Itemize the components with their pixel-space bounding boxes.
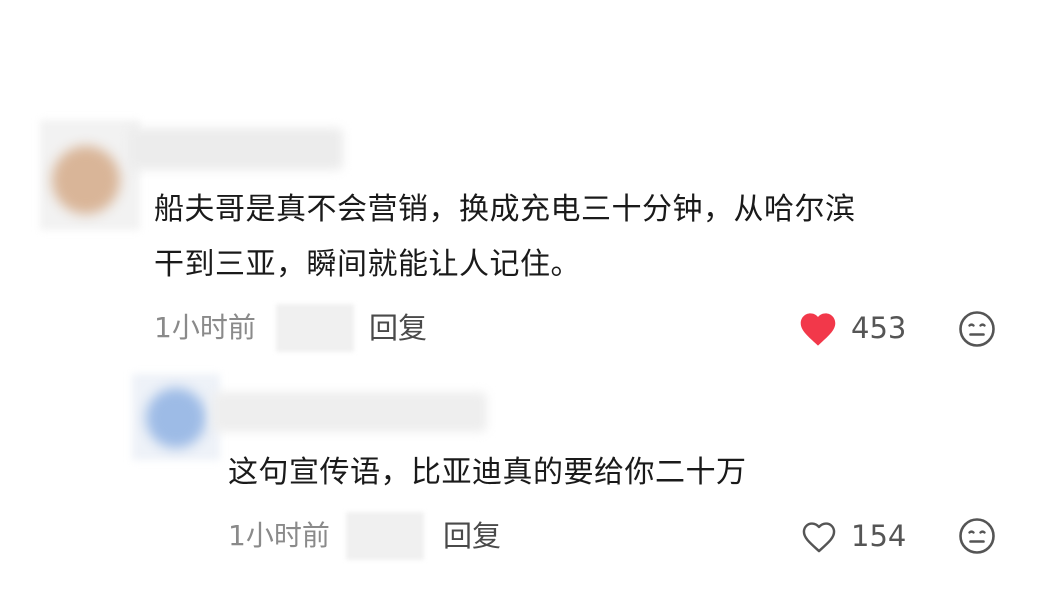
comment-time: 1小时前 xyxy=(228,519,330,552)
reaction-button[interactable] xyxy=(958,517,996,555)
neutral-face-icon xyxy=(958,310,996,348)
like-count: 154 xyxy=(851,519,907,553)
username-redacted[interactable] xyxy=(212,392,487,432)
comment-text-line: 船夫哥是真不会营销，换成充电三十分钟，从哈尔滨 xyxy=(154,192,856,227)
avatar[interactable] xyxy=(52,146,120,214)
like-count: 453 xyxy=(851,311,907,345)
comment-text: 这句宣传语，比亚迪真的要给你二十万 xyxy=(228,455,747,490)
location-redacted xyxy=(276,304,354,352)
reaction-button[interactable] xyxy=(958,310,996,348)
comment-time: 1小时前 xyxy=(154,311,256,344)
heart-filled-icon xyxy=(797,309,839,347)
neutral-face-icon xyxy=(958,517,996,555)
comment-text-line: 干到三亚，瞬间就能让人记住。 xyxy=(154,247,581,282)
avatar[interactable] xyxy=(146,388,206,448)
heart-outline-icon xyxy=(799,518,839,554)
comment-text: 船夫哥是真不会营销，换成充电三十分钟，从哈尔滨 干到三亚，瞬间就能让人记住。 xyxy=(154,182,1014,292)
comment-item: 船夫哥是真不会营销，换成充电三十分钟，从哈尔滨 干到三亚，瞬间就能让人记住。 1… xyxy=(0,0,1051,370)
like-button[interactable]: 154 xyxy=(799,516,906,556)
reply-button[interactable]: 回复 xyxy=(369,308,427,348)
reply-button[interactable]: 回复 xyxy=(443,516,501,556)
comment-item: 这句宣传语，比亚迪真的要给你二十万 1小时前 回复 154 xyxy=(0,370,1051,608)
username-redacted[interactable] xyxy=(128,128,343,170)
location-redacted xyxy=(346,512,424,560)
like-button[interactable]: 453 xyxy=(797,308,906,348)
